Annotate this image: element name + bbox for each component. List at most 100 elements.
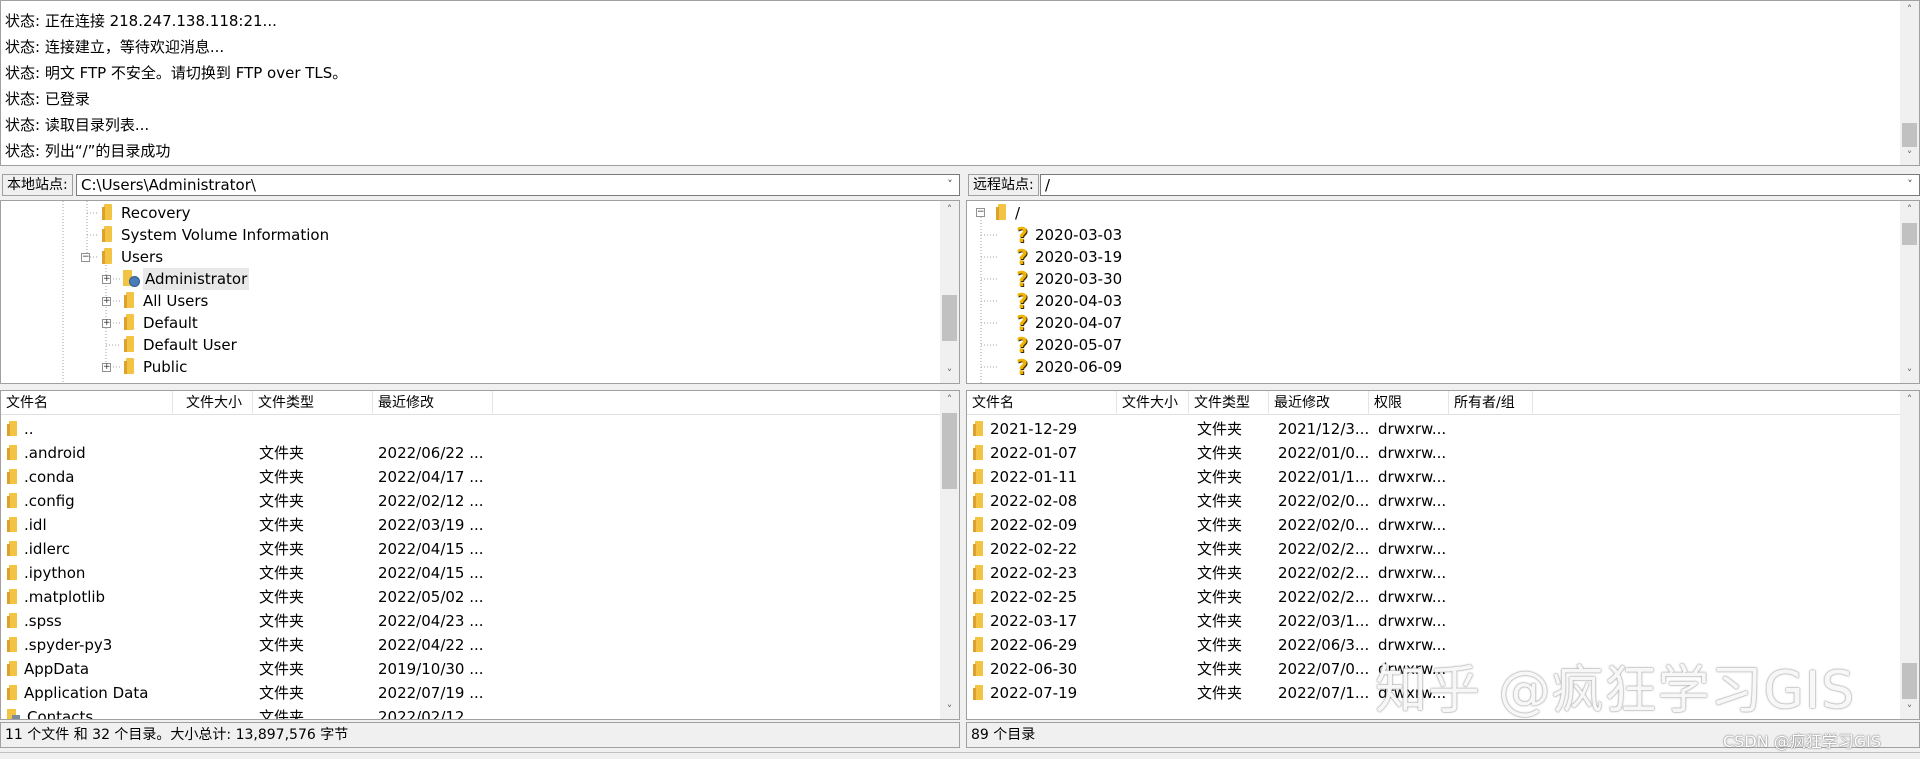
scroll-up-icon[interactable]: ˄: [1900, 201, 1919, 219]
chevron-down-icon[interactable]: ˅: [941, 175, 959, 195]
unknown-folder-icon: ?: [1016, 245, 1028, 269]
scroll-thumb[interactable]: [942, 295, 957, 341]
list-item[interactable]: ..: [1, 417, 959, 441]
column-header-size[interactable]: 文件大小: [1117, 391, 1189, 415]
scroll-down-icon[interactable]: ˅: [1900, 701, 1919, 719]
list-item[interactable]: 2022-02-09 文件夹 2022/02/0... drwxrw...: [967, 513, 1919, 537]
transfer-queue-tabs: [0, 752, 1920, 759]
tree-item-users[interactable]: Users: [101, 246, 163, 268]
list-item[interactable]: 2022-02-23 文件夹 2022/02/2... drwxrw...: [967, 561, 1919, 585]
tree-item-default-user[interactable]: Default User: [123, 334, 237, 356]
expand-icon[interactable]: +: [102, 275, 111, 284]
tree-item-label: Default: [143, 314, 198, 332]
local-path-combo[interactable]: C:\Users\Administrator\ ˅: [76, 174, 960, 196]
file-type: 文件夹: [259, 540, 305, 558]
file-name: .matplotlib: [24, 588, 106, 606]
local-list-header: 文件名 ˄ 文件大小 文件类型 最近修改: [1, 391, 959, 415]
tree-item-remote-dir[interactable]: ? 2020-03-30: [1015, 268, 1122, 290]
file-name: 2022-06-30: [990, 660, 1078, 678]
scroll-up-icon[interactable]: ˄: [1900, 1, 1919, 19]
list-item[interactable]: 2021-12-29 文件夹 2021/12/3... drwxrw...: [967, 417, 1919, 441]
list-item[interactable]: 2022-02-22 文件夹 2022/02/2... drwxrw...: [967, 537, 1919, 561]
scroll-thumb[interactable]: [1902, 123, 1917, 147]
list-item[interactable]: 2022-02-08 文件夹 2022/02/0... drwxrw...: [967, 489, 1919, 513]
list-item[interactable]: .spyder-py3 文件夹 2022/04/22 ...: [1, 633, 959, 657]
tree-item-system-volume-information[interactable]: System Volume Information: [101, 224, 329, 246]
file-modified: 2022/02/12 ...: [378, 492, 484, 510]
tree-item-recovery[interactable]: Recovery: [101, 202, 191, 224]
expand-icon[interactable]: +: [102, 297, 111, 306]
file-modified: 2022/02/0...: [1278, 516, 1368, 534]
file-modified: 2022/02/2...: [1278, 588, 1368, 606]
log-line: 状态: 正在连接 218.247.138.118:21...: [5, 12, 277, 30]
list-item[interactable]: .idl 文件夹 2022/03/19 ...: [1, 513, 959, 537]
list-item[interactable]: AppData 文件夹 2019/10/30 ...: [1, 657, 959, 681]
column-header-type[interactable]: 文件类型: [253, 391, 373, 415]
list-item[interactable]: .ipython 文件夹 2022/04/15 ...: [1, 561, 959, 585]
scroll-up-icon[interactable]: ˄: [940, 201, 959, 219]
file-type: 文件夹: [259, 444, 305, 462]
chevron-down-icon[interactable]: ˅: [1901, 175, 1919, 195]
collapse-icon[interactable]: −: [976, 208, 985, 217]
folder-icon: [7, 685, 18, 700]
scroll-thumb[interactable]: [942, 413, 957, 489]
remote-path-combo[interactable]: / ˅: [1040, 174, 1920, 196]
tree-item-all-users[interactable]: All Users: [123, 290, 208, 312]
list-item[interactable]: .android 文件夹 2022/06/22 ...: [1, 441, 959, 465]
tree-item-remote-dir[interactable]: ? 2020-03-19: [1015, 246, 1122, 268]
tree-item-public[interactable]: Public: [123, 356, 187, 378]
tree-item-label: All Users: [143, 292, 209, 310]
list-item[interactable]: .matplotlib 文件夹 2022/05/02 ...: [1, 585, 959, 609]
tree-item-root[interactable]: /: [995, 202, 1020, 224]
expand-icon[interactable]: +: [102, 363, 111, 372]
list-item[interactable]: .spss 文件夹 2022/04/23 ...: [1, 609, 959, 633]
list-item[interactable]: 2022-01-11 文件夹 2022/01/1... drwxrw...: [967, 465, 1919, 489]
scroll-thumb[interactable]: [1902, 223, 1917, 245]
scroll-down-icon[interactable]: ˅: [940, 701, 959, 719]
list-item[interactable]: 2022-01-07 文件夹 2022/01/0... drwxrw...: [967, 441, 1919, 465]
list-item[interactable]: 2022-02-25 文件夹 2022/02/2... drwxrw...: [967, 585, 1919, 609]
column-header-modified[interactable]: 最近修改: [373, 391, 493, 415]
scroll-down-icon[interactable]: ˅: [940, 365, 959, 383]
log-line: 状态: 列出“/”的目录成功: [5, 142, 171, 160]
file-name: 2022-02-08: [990, 492, 1078, 510]
list-item[interactable]: .idlerc 文件夹 2022/04/15 ...: [1, 537, 959, 561]
scroll-up-icon[interactable]: ˄: [1900, 391, 1919, 409]
collapse-icon[interactable]: −: [81, 253, 90, 262]
tree-item-remote-dir[interactable]: ? 2020-04-03: [1015, 290, 1122, 312]
file-name: 2022-07-19: [990, 684, 1078, 702]
list-item[interactable]: Application Data 文件夹 2022/07/19 ...: [1, 681, 959, 705]
remote-tree-scrollbar[interactable]: ˄ ˅: [1900, 201, 1919, 383]
folder-icon: [973, 661, 984, 676]
local-site-bar: 本地站点: C:\Users\Administrator\ ˅: [0, 172, 960, 198]
list-item[interactable]: Contacts 文件夹 2022/02/12 ...: [1, 705, 959, 719]
column-header-permissions[interactable]: 权限: [1369, 391, 1449, 415]
local-list-scrollbar[interactable]: ˄ ˅: [940, 391, 959, 719]
scroll-down-icon[interactable]: ˅: [1900, 147, 1919, 165]
folder-icon: [973, 445, 984, 460]
scroll-up-icon[interactable]: ˄: [940, 391, 959, 409]
list-item[interactable]: .config 文件夹 2022/02/12 ...: [1, 489, 959, 513]
list-item[interactable]: .conda 文件夹 2022/04/17 ...: [1, 465, 959, 489]
log-scrollbar[interactable]: ˄ ˅: [1900, 1, 1919, 165]
column-header-name[interactable]: 文件名: [967, 391, 1117, 415]
tree-item-remote-dir[interactable]: ? 2020-04-07: [1015, 312, 1122, 334]
tree-item-administrator[interactable]: Administrator: [123, 268, 250, 290]
file-name: .idlerc: [24, 540, 70, 558]
folder-icon: [7, 637, 18, 652]
list-item[interactable]: 2022-03-17 文件夹 2022/03/1... drwxrw...: [967, 609, 1919, 633]
column-header-size[interactable]: 文件大小: [181, 391, 253, 415]
tree-item-remote-dir[interactable]: ? 2020-03-03: [1015, 224, 1122, 246]
expand-icon[interactable]: +: [102, 319, 111, 328]
local-tree-scrollbar[interactable]: ˄ ˅: [940, 201, 959, 383]
tree-item-remote-dir[interactable]: ? 2020-06-09: [1015, 356, 1122, 378]
column-header-type[interactable]: 文件类型: [1189, 391, 1269, 415]
remote-list-scrollbar[interactable]: ˄ ˅: [1900, 391, 1919, 719]
scroll-down-icon[interactable]: ˅: [1900, 365, 1919, 383]
column-header-owner[interactable]: 所有者/组: [1449, 391, 1533, 415]
scroll-thumb[interactable]: [1902, 663, 1917, 699]
column-header-modified[interactable]: 最近修改: [1269, 391, 1369, 415]
tree-item-remote-dir[interactable]: ? 2020-05-07: [1015, 334, 1122, 356]
file-name: 2021-12-29: [990, 420, 1078, 438]
tree-item-default[interactable]: Default: [123, 312, 198, 334]
